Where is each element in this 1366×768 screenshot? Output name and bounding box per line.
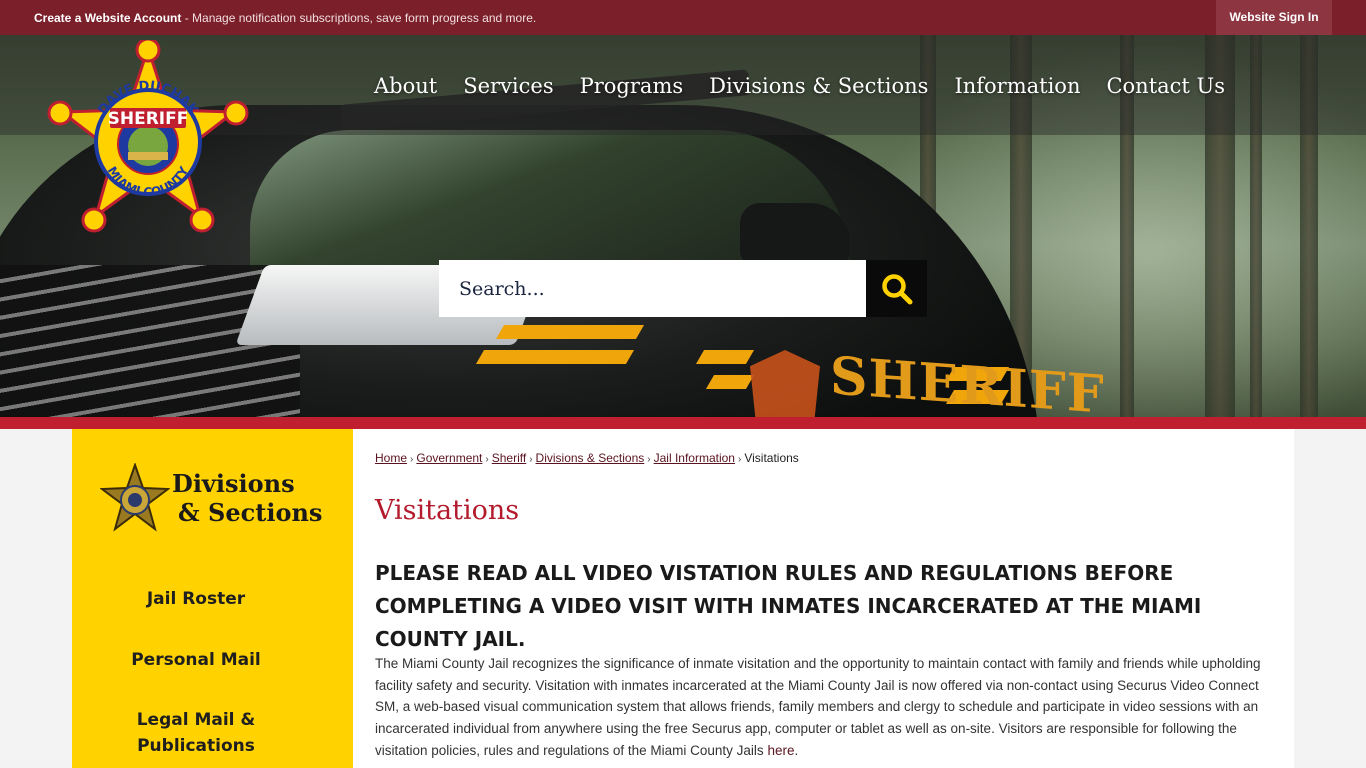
breadcrumb-separator: › bbox=[485, 454, 489, 465]
breadcrumb-separator: › bbox=[737, 454, 742, 465]
intro-end: . bbox=[794, 742, 799, 758]
account-message-text: - Manage notification subscriptions, sav… bbox=[181, 11, 537, 25]
breadcrumb-sheriff[interactable]: Sheriff bbox=[492, 451, 526, 465]
nav-programs[interactable]: Programs bbox=[580, 74, 684, 98]
search-button[interactable] bbox=[866, 260, 927, 317]
intro-text: The Miami County Jail recognizes the sig… bbox=[375, 656, 1261, 758]
breadcrumb-divisions-sections[interactable]: Divisions & Sections bbox=[536, 451, 645, 465]
visitation-notice: PLEASE READ ALL VIDEO VISTATION RULES AN… bbox=[375, 561, 1202, 651]
visitation-intro: The Miami County Jail recognizes the sig… bbox=[375, 653, 1280, 762]
sidebar-item-jail-roster[interactable]: Jail Roster bbox=[72, 586, 320, 612]
sidebar-title-line2: & Sections bbox=[178, 498, 323, 527]
sidebar-item-personal-mail[interactable]: Personal Mail bbox=[72, 647, 320, 673]
main-content: Home › Government › Sheriff › Divisions & Sect… bbox=[353, 429, 1294, 768]
car-stripe bbox=[495, 325, 645, 339]
sign-in-button[interactable]: Website Sign In bbox=[1216, 0, 1332, 35]
nav-about[interactable]: About bbox=[374, 74, 437, 98]
breadcrumb-home[interactable]: Home bbox=[375, 451, 407, 465]
search-icon bbox=[881, 273, 912, 304]
search-input[interactable] bbox=[439, 260, 866, 317]
breadcrumb-separator: › bbox=[647, 454, 651, 465]
badge-sheriff-text: SHERIFF bbox=[108, 109, 189, 129]
breadcrumb-separator: › bbox=[529, 454, 533, 465]
create-account-link[interactable]: Create a Website Account bbox=[34, 11, 181, 25]
breadcrumb-jail-information[interactable]: Jail Information bbox=[654, 451, 735, 465]
nav-contact-us[interactable]: Contact Us bbox=[1106, 74, 1225, 98]
sidebar: Divisions & Sections Jail Roster Persona… bbox=[72, 429, 353, 768]
main-nav: About Services Programs Divisions & Sect… bbox=[374, 74, 1251, 98]
breadcrumb-current: Visitations bbox=[744, 451, 799, 465]
page-title: Visitations bbox=[375, 495, 520, 526]
sidebar-title: Divisions & Sections bbox=[172, 469, 322, 527]
sidebar-item-legal-mail[interactable]: Legal Mail & Publications bbox=[72, 707, 320, 759]
account-message: Create a Website Account - Manage notifi… bbox=[34, 11, 536, 25]
sidebar-title-line1: Divisions bbox=[172, 469, 295, 498]
car-stripe bbox=[475, 350, 635, 364]
mini-badge-icon bbox=[100, 463, 170, 532]
nav-services[interactable]: Services bbox=[463, 74, 553, 98]
breadcrumb: Home › Government › Sheriff › Divisions & Sect… bbox=[375, 451, 799, 465]
breadcrumb-government[interactable]: Government bbox=[416, 451, 482, 465]
car-stripe bbox=[705, 375, 755, 389]
car-stripe bbox=[695, 350, 755, 364]
account-bar: Create a Website Account - Manage notifi… bbox=[0, 0, 1366, 35]
nav-divisions-sections[interactable]: Divisions & Sections bbox=[709, 74, 928, 98]
header-divider bbox=[0, 417, 1366, 429]
car-door-text: SHERIFF bbox=[830, 345, 1105, 417]
rules-link[interactable]: here bbox=[767, 743, 794, 758]
breadcrumb-separator: › bbox=[410, 454, 414, 465]
sheriff-star-icon: DAVE DUCHAK SHERIFF MIAMI COUNTY bbox=[47, 37, 249, 233]
car-mirror bbox=[740, 203, 850, 265]
nav-information[interactable]: Information bbox=[954, 74, 1080, 98]
sheriff-badge-logo[interactable]: DAVE DUCHAK SHERIFF MIAMI COUNTY bbox=[44, 37, 252, 240]
